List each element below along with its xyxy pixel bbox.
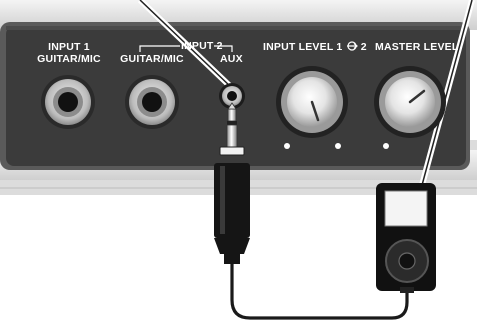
input1-jack — [41, 75, 95, 129]
input-level-text: INPUT LEVEL 1 — [263, 41, 343, 53]
link-arrow-icon — [346, 41, 358, 51]
input-level-label: INPUT LEVEL 1 2 — [263, 41, 367, 53]
master-level-label: MASTER LEVEL — [375, 41, 459, 53]
input2-guitar-mic-label: GUITAR/MIC — [120, 53, 184, 65]
input1-line2: GUITAR/MIC — [37, 53, 101, 65]
input2-group-label: INPUT 2 — [181, 40, 223, 52]
input2-jack — [125, 75, 179, 129]
aux-label: AUX — [220, 53, 243, 65]
input-level-suffix: 2 — [360, 41, 367, 53]
input1-label: INPUT 1 GUITAR/MIC — [36, 41, 102, 65]
media-player — [376, 183, 436, 293]
device-connection-diagram: INPUT 1 GUITAR/MIC INPUT 2 GUITAR/MIC AU… — [0, 0, 477, 325]
input1-line1: INPUT 1 — [48, 41, 90, 53]
